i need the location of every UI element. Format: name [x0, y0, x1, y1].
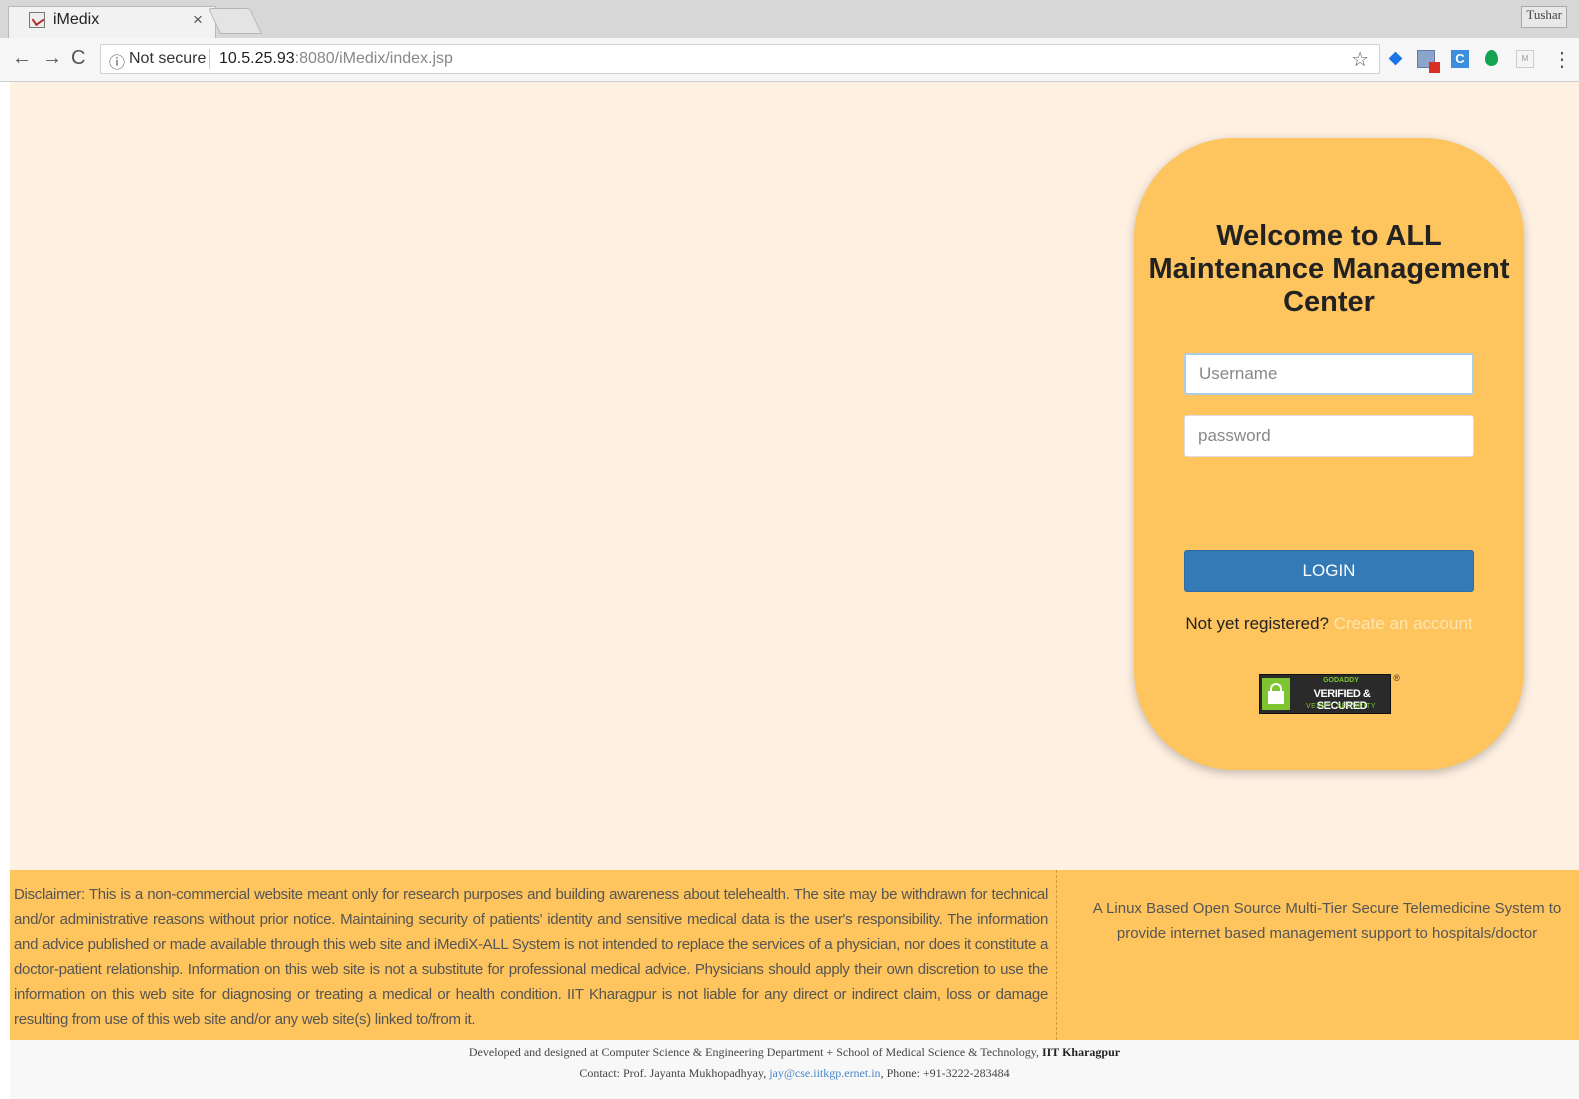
godaddy-seal[interactable]: GODADDY VERIFIED & SECURED VERIFY SECURI… — [1259, 673, 1400, 714]
new-tab-button[interactable] — [207, 8, 263, 34]
extension-badge — [1429, 62, 1440, 73]
register-prompt: Not yet registered? — [1185, 614, 1329, 633]
credits-footer: Developed and designed at Computer Scien… — [10, 1040, 1579, 1099]
address-bar[interactable]: ⓘ Not secure 10.5.25.93:8080/iMedix/inde… — [100, 44, 1380, 74]
register-row: Not yet registered? Create an account — [1134, 614, 1524, 634]
url-text[interactable]: 10.5.25.93:8080/iMedix/index.jsp — [219, 50, 453, 68]
bookmark-star-icon[interactable]: ☆ — [1351, 47, 1369, 72]
seal-sub-text: VERIFY SECURITY — [1306, 703, 1376, 710]
url-path: :8080/iMedix/index.jsp — [294, 50, 453, 67]
lock-icon — [1262, 678, 1290, 710]
login-title: Welcome to ALL Maintenance Management Ce… — [1148, 220, 1510, 318]
browser-tabstrip: iMedix × Tushar — [0, 0, 1579, 38]
username-input[interactable] — [1184, 353, 1474, 395]
password-input[interactable] — [1184, 415, 1474, 457]
browser-toolbar: ← → C ⓘ Not secure 10.5.25.93:8080/iMedi… — [0, 38, 1579, 82]
url-host: 10.5.25.93 — [219, 50, 295, 67]
contact-phone: , Phone: +91-3222-283484 — [880, 1066, 1010, 1080]
credits-line: Developed and designed at Computer Scien… — [10, 1045, 1579, 1060]
contact-line: Contact: Prof. Jayanta Mukhopadhyay, jay… — [10, 1066, 1579, 1081]
reload-icon[interactable]: C — [71, 47, 85, 70]
extension-badge-icon[interactable] — [1417, 50, 1440, 73]
contact-email-link[interactable]: jay@cse.iitkgp.ernet.in — [769, 1066, 880, 1080]
extension-leaf-icon[interactable] — [1483, 50, 1501, 68]
create-account-link[interactable]: Create an account — [1334, 614, 1473, 633]
forward-icon[interactable]: → — [42, 47, 62, 70]
extension-grey-icon[interactable]: M — [1516, 50, 1534, 68]
tagline-text: A Linux Based Open Source Multi-Tier Sec… — [1092, 900, 1562, 942]
disclaimer-band: Disclaimer: This is a non-commercial web… — [10, 870, 1579, 1040]
login-button[interactable]: LOGIN — [1184, 550, 1474, 592]
seal-brand: GODADDY — [1323, 677, 1359, 684]
credits-text: Developed and designed at Computer Scien… — [468, 1045, 1039, 1059]
security-label[interactable]: Not secure — [129, 50, 206, 68]
page-body: Welcome to ALL Maintenance Management Ce… — [10, 82, 1579, 870]
divider — [209, 49, 210, 69]
browser-menu-icon[interactable]: ⋮ — [1552, 47, 1572, 72]
disclaimer-text: Disclaimer: This is a non-commercial web… — [14, 886, 1048, 1028]
credits-org: IIT Kharagpur — [1041, 1045, 1121, 1059]
info-icon[interactable]: ⓘ — [109, 49, 125, 73]
tab-title: iMedix — [53, 11, 100, 28]
contact-text: Contact: Prof. Jayanta Mukhopadhyay, — [579, 1066, 767, 1080]
favicon-icon — [29, 12, 45, 28]
divider — [1056, 870, 1057, 1040]
back-icon[interactable]: ← — [12, 47, 32, 70]
login-card: Welcome to ALL Maintenance Management Ce… — [1134, 138, 1524, 770]
profile-button[interactable]: Tushar — [1521, 6, 1567, 28]
tab-close-icon[interactable]: × — [193, 10, 203, 30]
extension-diamond-icon[interactable] — [1387, 50, 1405, 68]
extension-c-icon[interactable]: C — [1451, 50, 1469, 68]
registered-mark: ® — [1393, 673, 1400, 683]
browser-tab[interactable]: iMedix × — [8, 6, 216, 38]
